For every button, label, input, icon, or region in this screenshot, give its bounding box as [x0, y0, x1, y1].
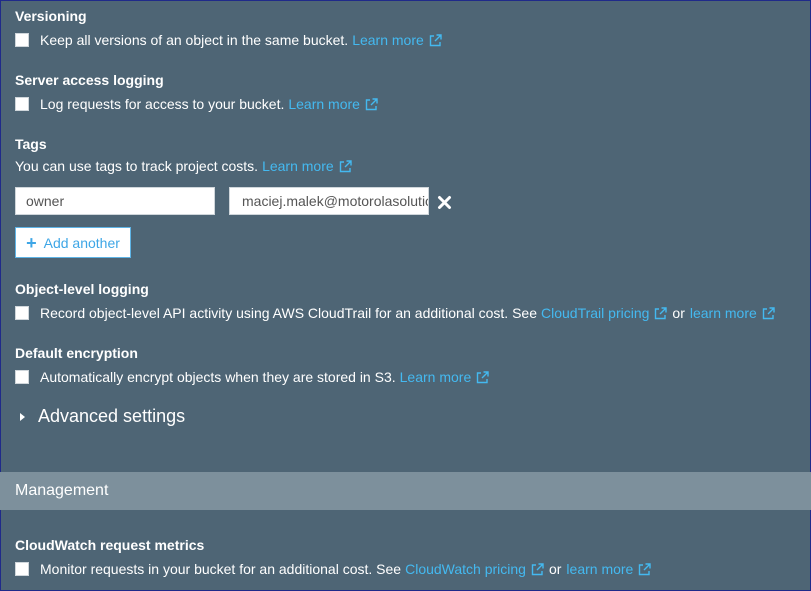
plus-icon: + [26, 232, 37, 253]
management-section-header: Management [0, 472, 811, 510]
external-link-icon [531, 562, 544, 576]
server-access-logging-learn-more-label: Learn more [288, 96, 360, 112]
external-link-icon [762, 306, 775, 320]
external-link-icon [365, 97, 378, 111]
management-title: Management [15, 482, 109, 499]
tags-description: You can use tags to track project costs. [15, 158, 259, 174]
external-link-icon [638, 562, 652, 576]
close-icon [438, 196, 451, 209]
server-access-logging-heading: Server access logging [15, 72, 164, 88]
default-encryption-text: Automatically encrypt objects when they … [40, 369, 396, 385]
default-encryption-learn-more-label: Learn more [399, 369, 472, 385]
tag-key-input[interactable]: owner [15, 187, 215, 215]
versioning-checkbox[interactable] [15, 33, 29, 47]
cloudwatch-section: CloudWatch request metrics Monitor reque… [15, 537, 652, 578]
cloudwatch-pricing-label: CloudWatch pricing [405, 561, 526, 577]
cloudwatch-text: Monitor requests in your bucket for an a… [40, 561, 402, 577]
external-link-icon [339, 159, 352, 173]
object-level-logging-section: Object-level logging Record object-level… [15, 281, 775, 322]
versioning-learn-more-label: Learn more [352, 32, 424, 48]
object-level-logging-checkbox[interactable] [15, 306, 29, 320]
server-access-logging-learn-more-link[interactable]: Learn more [288, 95, 378, 113]
cloudwatch-heading: CloudWatch request metrics [15, 537, 205, 553]
add-another-tag-button[interactable]: + Add another [15, 227, 131, 258]
tags-learn-more-label: Learn more [262, 158, 334, 174]
default-encryption-heading: Default encryption [15, 345, 138, 361]
tags-learn-more-link[interactable]: Learn more [262, 157, 352, 175]
advanced-settings-label: Advanced settings [38, 406, 186, 426]
cloudtrail-pricing-label: CloudTrail pricing [540, 305, 650, 321]
default-encryption-learn-more-link[interactable]: Learn more [400, 368, 490, 386]
external-link-icon [429, 33, 442, 47]
or-text: or [672, 305, 685, 321]
tag-value-input[interactable]: maciej.malek@motorolasolutions.com [229, 187, 429, 215]
versioning-heading: Versioning [15, 8, 87, 24]
cloudwatch-learn-more-label: learn more [566, 561, 634, 577]
add-another-label: Add another [43, 234, 120, 251]
versioning-learn-more-link[interactable]: Learn more [352, 31, 442, 49]
cloudtrail-pricing-link[interactable]: CloudTrail pricing [540, 304, 668, 322]
caret-right-icon [20, 412, 25, 421]
cloudwatch-checkbox[interactable] [15, 562, 29, 576]
external-link-icon [654, 306, 668, 320]
object-level-logging-learn-more-label: learn more [689, 305, 757, 321]
cloudwatch-pricing-link[interactable]: CloudWatch pricing [405, 560, 544, 578]
object-level-logging-text: Record object-level API activity using A… [40, 305, 537, 321]
object-level-logging-learn-more-link[interactable]: learn more [690, 304, 775, 322]
tags-section: Tags You can use tags to track project c… [15, 136, 352, 175]
server-access-logging-section: Server access logging Log requests for a… [15, 72, 378, 113]
advanced-settings-toggle[interactable]: Advanced settings [20, 406, 185, 427]
or-text: or [548, 561, 562, 577]
server-access-logging-checkbox[interactable] [15, 97, 29, 111]
tags-heading: Tags [15, 136, 47, 152]
versioning-section: Versioning Keep all versions of an objec… [15, 8, 442, 49]
object-level-logging-heading: Object-level logging [15, 281, 149, 297]
remove-tag-button[interactable] [437, 195, 452, 210]
external-link-icon [476, 370, 489, 384]
versioning-text: Keep all versions of an object in the sa… [40, 32, 349, 48]
cloudwatch-learn-more-link[interactable]: learn more [566, 560, 652, 578]
default-encryption-section: Default encryption Automatically encrypt… [15, 345, 489, 386]
default-encryption-checkbox[interactable] [15, 370, 29, 384]
server-access-logging-text: Log requests for access to your bucket. [40, 96, 285, 112]
